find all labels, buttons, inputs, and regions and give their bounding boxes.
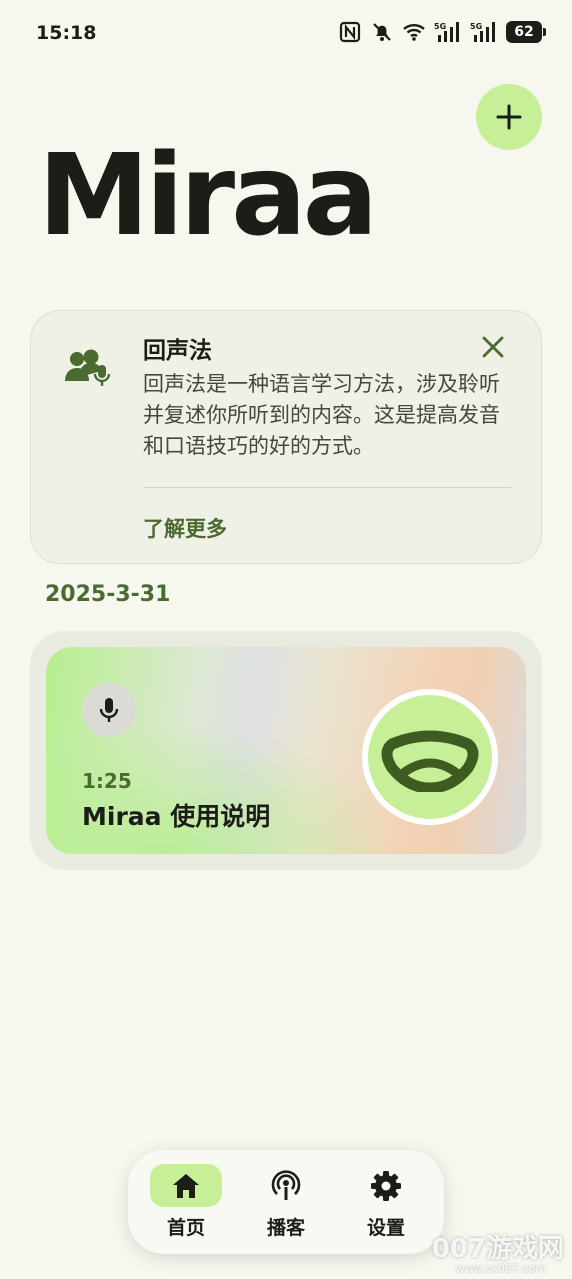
plus-icon — [496, 104, 522, 130]
mic-icon — [99, 698, 119, 722]
watermark-url: www.yx007.com — [455, 1262, 546, 1275]
add-button[interactable] — [476, 84, 542, 150]
nav-settings-indicator — [350, 1164, 422, 1207]
info-card-divider — [143, 487, 511, 488]
close-icon[interactable] — [479, 333, 507, 361]
svg-text:5G: 5G — [470, 22, 482, 31]
nav-podcast-indicator — [250, 1164, 322, 1207]
wifi-icon — [403, 24, 425, 41]
nfc-icon — [339, 21, 361, 43]
avatar-face — [368, 695, 492, 819]
svg-text:5G: 5G — [434, 22, 446, 31]
signal-5g-icon: 5G — [434, 22, 459, 42]
podcast-title: Miraa 使用说明 — [82, 802, 271, 831]
bell-muted-icon — [373, 23, 391, 41]
mic-button[interactable] — [82, 683, 136, 737]
learn-more-link[interactable]: 了解更多 — [143, 513, 227, 543]
nav-item-home[interactable]: 首页 — [150, 1164, 222, 1240]
podcast-card-wrapper: 1:25 Miraa 使用说明 — [30, 631, 542, 870]
feed-date: 2025-3-31 — [45, 582, 171, 607]
info-card-body: 回声法是一种语言学习方法，涉及聆听并复述你所听到的内容。这是提高发音和口语技巧的… — [143, 372, 500, 458]
status-time: 15:18 — [36, 22, 97, 44]
nav-label-settings: 设置 — [366, 1217, 405, 1239]
podcast-avatar — [362, 689, 498, 825]
podcast-card[interactable]: 1:25 Miraa 使用说明 — [46, 647, 526, 854]
nav-home-indicator — [150, 1164, 222, 1207]
info-card: 回声法 回声法是一种语言学习方法，涉及聆听并复述你所听到的内容。这是提高发音和口… — [30, 310, 542, 564]
home-icon — [173, 1173, 199, 1198]
watermark: 007游戏网 — [431, 1234, 564, 1264]
signal-5g-icon: 5G — [470, 22, 495, 42]
bottom-nav: 首页 播客 设置 — [128, 1150, 444, 1254]
mouth-logo-icon — [381, 730, 479, 792]
nav-item-podcast[interactable]: 播客 — [250, 1164, 322, 1240]
battery-indicator: 62 — [506, 21, 546, 43]
info-card-title: 回声法 — [143, 338, 212, 364]
status-bar: 15:18 5G 5G 62 — [0, 0, 572, 68]
nav-item-settings[interactable]: 设置 — [350, 1164, 422, 1240]
people-mic-icon — [65, 349, 111, 386]
status-icons: 5G 5G 62 — [338, 20, 546, 44]
nav-label-home: 首页 — [166, 1217, 205, 1239]
podcast-icon — [271, 1169, 301, 1200]
podcast-duration: 1:25 — [82, 769, 132, 793]
nav-label-podcast: 播客 — [266, 1217, 305, 1239]
gear-icon — [371, 1170, 401, 1201]
page-title: Miraa — [38, 131, 378, 261]
